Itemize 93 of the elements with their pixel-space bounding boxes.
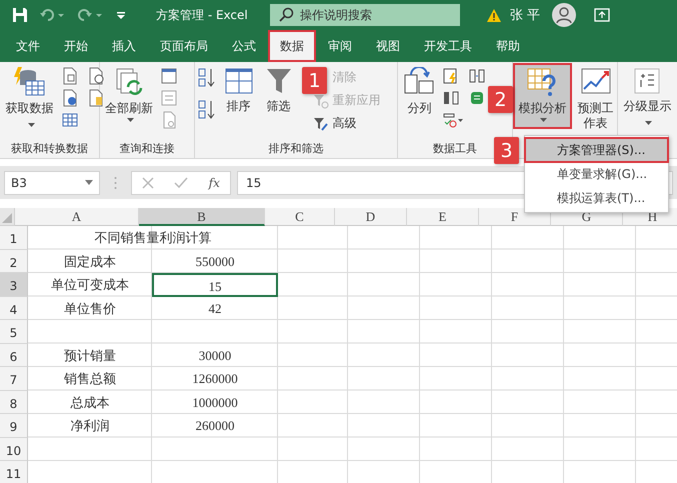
- column-header[interactable]: B: [139, 208, 265, 226]
- row-header[interactable]: 4: [0, 296, 28, 320]
- table-cell-text: 30000: [198, 346, 232, 364]
- group-label: 获取和转换数据: [11, 142, 88, 157]
- table-cell-text: 固定成本: [63, 252, 117, 270]
- document-icon[interactable]: [61, 67, 80, 85]
- filter-button[interactable]: 筛选: [260, 65, 296, 127]
- table-cell-text: 260000: [194, 417, 236, 435]
- insert-function-button[interactable]: fx: [208, 176, 220, 190]
- column-header[interactable]: A: [15, 208, 139, 226]
- row-header[interactable]: 1: [0, 226, 28, 250]
- ribbon-tab[interactable]: 审阅: [316, 30, 364, 62]
- table-cell-text: 单位可变成本: [50, 276, 130, 294]
- ribbon-display-icon[interactable]: [594, 8, 610, 22]
- undo-icon[interactable]: [40, 8, 66, 22]
- what-if-icon: [526, 67, 558, 97]
- row-header[interactable]: 11: [0, 461, 28, 483]
- row-header[interactable]: 3: [0, 273, 28, 296]
- ribbon-tab[interactable]: 开始: [52, 30, 100, 62]
- table-cell-text: 预计销量: [63, 346, 117, 364]
- ribbon-tab[interactable]: 数据: [268, 30, 316, 62]
- column-header[interactable]: E: [407, 208, 479, 226]
- filter-option-button[interactable]: 高级: [332, 115, 356, 132]
- column-header[interactable]: C: [265, 208, 335, 226]
- remove-duplicates-icon[interactable]: [442, 89, 460, 107]
- database-icon: [14, 67, 46, 97]
- dropdown-icon: [85, 180, 93, 185]
- customize-icon[interactable]: [116, 10, 126, 20]
- window-icon[interactable]: [160, 67, 178, 85]
- table-cell-text: 550000: [194, 252, 236, 270]
- table-cell-text: 销售总额: [63, 370, 117, 388]
- row-header[interactable]: 7: [0, 367, 28, 390]
- ribbon-tab[interactable]: 插入: [100, 30, 148, 62]
- analysis-button[interactable]: 预测工作表: [574, 65, 618, 133]
- table-cell-text: 42: [208, 300, 222, 318]
- group-label: 查询和连接: [119, 142, 174, 157]
- row-header[interactable]: 8: [0, 390, 28, 414]
- table-cell-text: 单位售价: [63, 300, 117, 318]
- step-badge: 3: [494, 137, 519, 164]
- window-title: 方案管理 - Excel: [156, 6, 248, 24]
- sort-descending-icon[interactable]: [196, 99, 216, 121]
- row-header[interactable]: 10: [0, 438, 28, 461]
- group-label: 数据工具: [433, 142, 478, 157]
- table-cell-text: 1260000: [191, 370, 239, 388]
- advanced-filter-icon: [312, 116, 328, 132]
- table-cell: 15: [152, 273, 278, 296]
- ribbon-tab[interactable]: 公式: [220, 30, 268, 62]
- row-header[interactable]: 5: [0, 320, 28, 344]
- warning-icon[interactable]: [486, 8, 502, 22]
- row-header[interactable]: 2: [0, 250, 28, 273]
- sort-button[interactable]: 排序: [220, 65, 256, 127]
- redo-icon[interactable]: [78, 8, 104, 22]
- table-cell-text: 总成本: [70, 394, 110, 412]
- row-header[interactable]: 6: [0, 344, 28, 367]
- refresh-all-button[interactable]: 全部刷新: [102, 65, 156, 127]
- name-box[interactable]: B3: [4, 170, 100, 194]
- outline-icon: [633, 67, 662, 95]
- row-header[interactable]: 9: [0, 414, 28, 438]
- ribbon-tab[interactable]: 帮助: [484, 30, 532, 62]
- reapply-filter-icon: [312, 92, 328, 108]
- document-icon[interactable]: [87, 89, 106, 107]
- check-icon[interactable]: [174, 176, 188, 188]
- step-badge: 2: [488, 86, 513, 113]
- table-cell-text: 1000000: [191, 394, 239, 412]
- validation-icon[interactable]: [442, 111, 464, 129]
- ribbon-tab[interactable]: 页面布局: [148, 30, 220, 62]
- step-badge: 1: [302, 67, 327, 94]
- column-header[interactable]: D: [335, 208, 407, 226]
- column-header[interactable]: F: [479, 208, 551, 226]
- drag-handle-icon[interactable]: [114, 176, 117, 190]
- ribbon-tab[interactable]: 文件: [4, 30, 52, 62]
- document-clock-icon[interactable]: [87, 67, 106, 85]
- get-data-button[interactable]: 获取数据: [2, 65, 58, 133]
- columns-icon[interactable]: [468, 67, 486, 85]
- table-cell-text: 净利润: [70, 417, 110, 435]
- menu-item[interactable]: 方案管理器(S)...: [525, 138, 668, 162]
- avatar-icon[interactable]: [552, 3, 576, 27]
- search-field[interactable]: 操作说明搜索: [270, 4, 460, 26]
- document-globe-icon[interactable]: [61, 89, 80, 107]
- corner-triangle-icon: [2, 213, 12, 223]
- outline-button[interactable]: 分级显示: [620, 65, 675, 131]
- text-to-columns-button[interactable]: 分列: [400, 65, 438, 127]
- sort-icon: [224, 67, 254, 95]
- table-icon[interactable]: [61, 111, 80, 129]
- group-label: 排序和筛选: [268, 142, 324, 157]
- search-icon: [278, 7, 294, 23]
- sort-ascending-icon[interactable]: [196, 67, 216, 89]
- save-icon[interactable]: [12, 7, 28, 23]
- analysis-button[interactable]: 模拟分析: [514, 65, 570, 127]
- ribbon-tab[interactable]: 开发工具: [412, 30, 484, 62]
- table-cell-text: 不同销售量利润计算: [94, 229, 212, 247]
- user-name[interactable]: 张 平: [510, 6, 540, 24]
- ribbon-tab[interactable]: 视图: [364, 30, 412, 62]
